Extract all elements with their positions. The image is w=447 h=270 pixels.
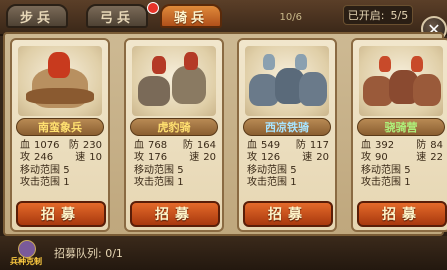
unit-counter-icon[interactable]: 兵种克制 [4,238,48,268]
tab-badge-dot [147,2,159,14]
unit-card: 南蛮象兵 血 1076 防 230 攻 246 速 10 移动范围 5 攻击范围 1 招募 [10,38,110,232]
unit-stats: 血 1076 防 230 攻 246 速 10 移动范围 5 攻击范围 1 [20,140,102,189]
recruit-queue: 招募队列: 0/1 [54,245,123,261]
opened-value: 5/5 [390,8,409,22]
unit-stats: 血 768 防 164 攻 176 速 20 移动范围 5 攻击范围 1 [134,140,216,189]
queue-label: 招募队列: [54,247,102,260]
recruit-button[interactable]: 招募 [130,201,220,227]
counter-label: 兵种克制 [10,257,42,266]
unit-name: 南蛮象兵 [16,118,104,136]
unit-stats: 血 392 防 84 攻 90 速 22 移动范围 5 攻击范围 1 [361,140,443,189]
recruit-button[interactable]: 招募 [243,201,333,227]
tab-infantry[interactable]: 步兵 [6,4,68,28]
unit-stats: 血 549 防 117 攻 126 速 20 移动范围 5 攻击范围 1 [247,140,329,189]
unit-card: 虎豹骑 血 768 防 164 攻 176 速 20 移动范围 5 攻击范围 1 招募 [124,38,224,232]
background-counter: 10/6 [279,11,302,23]
tab-archer[interactable]: 弓兵 [86,4,148,28]
unit-name: 虎豹骑 [130,118,218,136]
opened-count: 已开启: 5/5 [343,5,413,25]
unit-portrait [132,46,216,116]
tab-cavalry[interactable]: 骑兵 [160,4,222,28]
queue-value: 0/1 [105,247,123,260]
unit-portrait [359,46,443,116]
recruit-button[interactable]: 招募 [16,201,106,227]
unit-name: 西凉铁骑 [243,118,331,136]
unit-portrait [245,46,329,116]
opened-label: 已开启: [347,9,385,22]
unit-card: 西凉铁骑 血 549 防 117 攻 126 速 20 移动范围 5 攻击范围 1 招募 [237,38,337,232]
unit-portrait [18,46,102,116]
unit-card: 骁骑营 血 392 防 84 攻 90 速 22 移动范围 5 攻击范围 1 招募 [351,38,447,232]
unit-name: 骁骑营 [357,118,445,136]
recruit-button[interactable]: 招募 [357,201,447,227]
